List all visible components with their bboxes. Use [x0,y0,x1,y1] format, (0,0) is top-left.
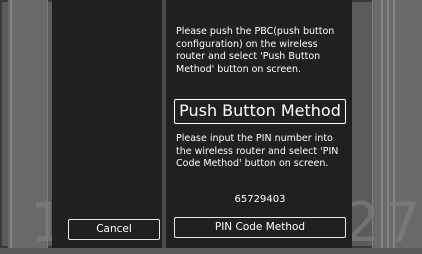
background-number-right-b: 7 [386,191,421,254]
rail-line [10,0,12,248]
rail-line [381,0,383,248]
push-button-instruction: Please push the PBC(push button configur… [176,26,335,75]
pin-code-method-button[interactable]: PIN Code Method [174,217,346,238]
cancel-button[interactable]: Cancel [68,219,160,240]
pin-code-instruction: Please input the PIN number into the wir… [176,133,339,169]
left-panel [52,0,162,248]
push-button-method-button[interactable]: Push Button Method [174,99,346,124]
pin-number: 65729403 [234,194,286,205]
